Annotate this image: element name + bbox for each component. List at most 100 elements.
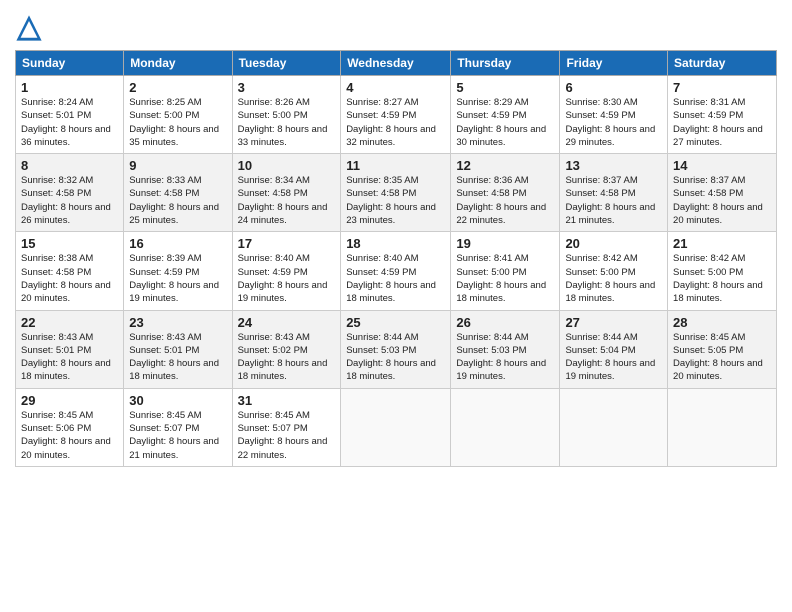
daylight-label: Daylight: 8 hours and 35 minutes. [129, 124, 219, 148]
day-number: 13 [565, 158, 662, 173]
daylight-label: Daylight: 8 hours and 18 minutes. [673, 280, 763, 304]
table-row: 2 Sunrise: 8:25 AM Sunset: 5:00 PM Dayli… [124, 76, 232, 154]
sunset-label: Sunset: 4:58 PM [238, 188, 308, 199]
daylight-label: Daylight: 8 hours and 22 minutes. [456, 202, 546, 226]
cell-content: Sunrise: 8:40 AM Sunset: 4:59 PM Dayligh… [346, 252, 445, 305]
sunrise-label: Sunrise: 8:44 AM [565, 332, 637, 343]
table-row: 13 Sunrise: 8:37 AM Sunset: 4:58 PM Dayl… [560, 154, 668, 232]
sunset-label: Sunset: 5:00 PM [238, 110, 308, 121]
sunrise-label: Sunrise: 8:42 AM [565, 253, 637, 264]
sunrise-label: Sunrise: 8:30 AM [565, 97, 637, 108]
cell-content: Sunrise: 8:45 AM Sunset: 5:07 PM Dayligh… [129, 409, 226, 462]
day-number: 4 [346, 80, 445, 95]
cell-content: Sunrise: 8:44 AM Sunset: 5:03 PM Dayligh… [456, 331, 554, 384]
table-row: 6 Sunrise: 8:30 AM Sunset: 4:59 PM Dayli… [560, 76, 668, 154]
cell-content: Sunrise: 8:27 AM Sunset: 4:59 PM Dayligh… [346, 96, 445, 149]
cell-content: Sunrise: 8:37 AM Sunset: 4:58 PM Dayligh… [565, 174, 662, 227]
table-row: 22 Sunrise: 8:43 AM Sunset: 5:01 PM Dayl… [16, 310, 124, 388]
daylight-label: Daylight: 8 hours and 30 minutes. [456, 124, 546, 148]
daylight-label: Daylight: 8 hours and 19 minutes. [456, 358, 546, 382]
sunrise-label: Sunrise: 8:39 AM [129, 253, 201, 264]
table-row: 25 Sunrise: 8:44 AM Sunset: 5:03 PM Dayl… [341, 310, 451, 388]
table-row [451, 388, 560, 466]
cell-content: Sunrise: 8:39 AM Sunset: 4:59 PM Dayligh… [129, 252, 226, 305]
table-row: 10 Sunrise: 8:34 AM Sunset: 4:58 PM Dayl… [232, 154, 341, 232]
sunrise-label: Sunrise: 8:27 AM [346, 97, 418, 108]
day-number: 3 [238, 80, 336, 95]
daylight-label: Daylight: 8 hours and 23 minutes. [346, 202, 436, 226]
daylight-label: Daylight: 8 hours and 19 minutes. [238, 280, 328, 304]
day-number: 21 [673, 236, 771, 251]
sunrise-label: Sunrise: 8:41 AM [456, 253, 528, 264]
sunrise-label: Sunrise: 8:44 AM [346, 332, 418, 343]
logo [15, 14, 47, 42]
day-number: 14 [673, 158, 771, 173]
day-number: 23 [129, 315, 226, 330]
day-number: 16 [129, 236, 226, 251]
cell-content: Sunrise: 8:31 AM Sunset: 4:59 PM Dayligh… [673, 96, 771, 149]
sunrise-label: Sunrise: 8:29 AM [456, 97, 528, 108]
cell-content: Sunrise: 8:44 AM Sunset: 5:03 PM Dayligh… [346, 331, 445, 384]
table-row: 18 Sunrise: 8:40 AM Sunset: 4:59 PM Dayl… [341, 232, 451, 310]
daylight-label: Daylight: 8 hours and 21 minutes. [129, 436, 219, 460]
day-number: 1 [21, 80, 118, 95]
cell-content: Sunrise: 8:44 AM Sunset: 5:04 PM Dayligh… [565, 331, 662, 384]
cell-content: Sunrise: 8:40 AM Sunset: 4:59 PM Dayligh… [238, 252, 336, 305]
table-row: 16 Sunrise: 8:39 AM Sunset: 4:59 PM Dayl… [124, 232, 232, 310]
sunset-label: Sunset: 5:06 PM [21, 423, 91, 434]
daylight-label: Daylight: 8 hours and 18 minutes. [346, 358, 436, 382]
table-row: 17 Sunrise: 8:40 AM Sunset: 4:59 PM Dayl… [232, 232, 341, 310]
table-row: 19 Sunrise: 8:41 AM Sunset: 5:00 PM Dayl… [451, 232, 560, 310]
cell-content: Sunrise: 8:29 AM Sunset: 4:59 PM Dayligh… [456, 96, 554, 149]
table-row [341, 388, 451, 466]
sunrise-label: Sunrise: 8:43 AM [129, 332, 201, 343]
daylight-label: Daylight: 8 hours and 22 minutes. [238, 436, 328, 460]
cell-content: Sunrise: 8:43 AM Sunset: 5:02 PM Dayligh… [238, 331, 336, 384]
sunset-label: Sunset: 5:03 PM [346, 345, 416, 356]
day-number: 6 [565, 80, 662, 95]
sunset-label: Sunset: 4:59 PM [238, 267, 308, 278]
calendar-table: Sunday Monday Tuesday Wednesday Thursday… [15, 50, 777, 467]
header [15, 10, 777, 42]
cell-content: Sunrise: 8:35 AM Sunset: 4:58 PM Dayligh… [346, 174, 445, 227]
col-tuesday: Tuesday [232, 51, 341, 76]
sunrise-label: Sunrise: 8:37 AM [673, 175, 745, 186]
sunset-label: Sunset: 4:59 PM [129, 267, 199, 278]
day-number: 15 [21, 236, 118, 251]
sunrise-label: Sunrise: 8:34 AM [238, 175, 310, 186]
sunrise-label: Sunrise: 8:35 AM [346, 175, 418, 186]
sunset-label: Sunset: 5:00 PM [673, 267, 743, 278]
daylight-label: Daylight: 8 hours and 20 minutes. [673, 358, 763, 382]
day-number: 20 [565, 236, 662, 251]
daylight-label: Daylight: 8 hours and 20 minutes. [21, 280, 111, 304]
col-thursday: Thursday [451, 51, 560, 76]
table-row: 1 Sunrise: 8:24 AM Sunset: 5:01 PM Dayli… [16, 76, 124, 154]
cell-content: Sunrise: 8:32 AM Sunset: 4:58 PM Dayligh… [21, 174, 118, 227]
daylight-label: Daylight: 8 hours and 20 minutes. [21, 436, 111, 460]
table-row: 21 Sunrise: 8:42 AM Sunset: 5:00 PM Dayl… [668, 232, 777, 310]
table-row: 31 Sunrise: 8:45 AM Sunset: 5:07 PM Dayl… [232, 388, 341, 466]
cell-content: Sunrise: 8:37 AM Sunset: 4:58 PM Dayligh… [673, 174, 771, 227]
day-number: 11 [346, 158, 445, 173]
sunrise-label: Sunrise: 8:42 AM [673, 253, 745, 264]
day-number: 22 [21, 315, 118, 330]
daylight-label: Daylight: 8 hours and 20 minutes. [673, 202, 763, 226]
daylight-label: Daylight: 8 hours and 19 minutes. [129, 280, 219, 304]
day-number: 2 [129, 80, 226, 95]
calendar-week-row: 1 Sunrise: 8:24 AM Sunset: 5:01 PM Dayli… [16, 76, 777, 154]
day-number: 28 [673, 315, 771, 330]
table-row: 7 Sunrise: 8:31 AM Sunset: 4:59 PM Dayli… [668, 76, 777, 154]
daylight-label: Daylight: 8 hours and 33 minutes. [238, 124, 328, 148]
col-friday: Friday [560, 51, 668, 76]
sunrise-label: Sunrise: 8:31 AM [673, 97, 745, 108]
sunset-label: Sunset: 4:58 PM [456, 188, 526, 199]
day-number: 25 [346, 315, 445, 330]
table-row: 15 Sunrise: 8:38 AM Sunset: 4:58 PM Dayl… [16, 232, 124, 310]
daylight-label: Daylight: 8 hours and 18 minutes. [238, 358, 328, 382]
table-row: 29 Sunrise: 8:45 AM Sunset: 5:06 PM Dayl… [16, 388, 124, 466]
day-number: 24 [238, 315, 336, 330]
daylight-label: Daylight: 8 hours and 18 minutes. [565, 280, 655, 304]
table-row [668, 388, 777, 466]
daylight-label: Daylight: 8 hours and 24 minutes. [238, 202, 328, 226]
table-row [560, 388, 668, 466]
